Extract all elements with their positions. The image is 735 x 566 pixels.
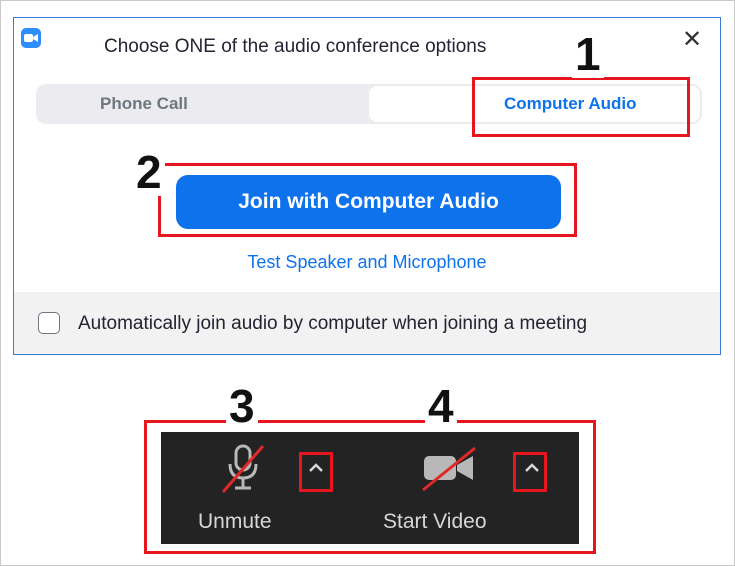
test-speaker-microphone-link[interactable]: Test Speaker and Microphone bbox=[14, 252, 720, 273]
callout-box-computer-audio bbox=[472, 77, 690, 137]
callout-box-join-button bbox=[158, 163, 577, 237]
callout-number-4: 4 bbox=[425, 382, 457, 430]
close-button[interactable]: ✕ bbox=[680, 28, 704, 52]
zoom-app-icon bbox=[21, 28, 41, 48]
callout-box-audio-caret bbox=[299, 452, 333, 492]
auto-join-checkbox[interactable] bbox=[38, 312, 60, 334]
callout-number-3: 3 bbox=[226, 382, 258, 430]
auto-join-label[interactable]: Automatically join audio by computer whe… bbox=[78, 313, 587, 335]
callout-number-2: 2 bbox=[133, 148, 165, 196]
tab-phone-call[interactable]: Phone Call bbox=[100, 84, 188, 124]
dialog-footer: Automatically join audio by computer whe… bbox=[14, 292, 720, 354]
callout-box-video-caret bbox=[513, 452, 547, 492]
callout-number-1: 1 bbox=[572, 30, 604, 78]
dialog-title: Choose ONE of the audio conference optio… bbox=[104, 36, 487, 57]
